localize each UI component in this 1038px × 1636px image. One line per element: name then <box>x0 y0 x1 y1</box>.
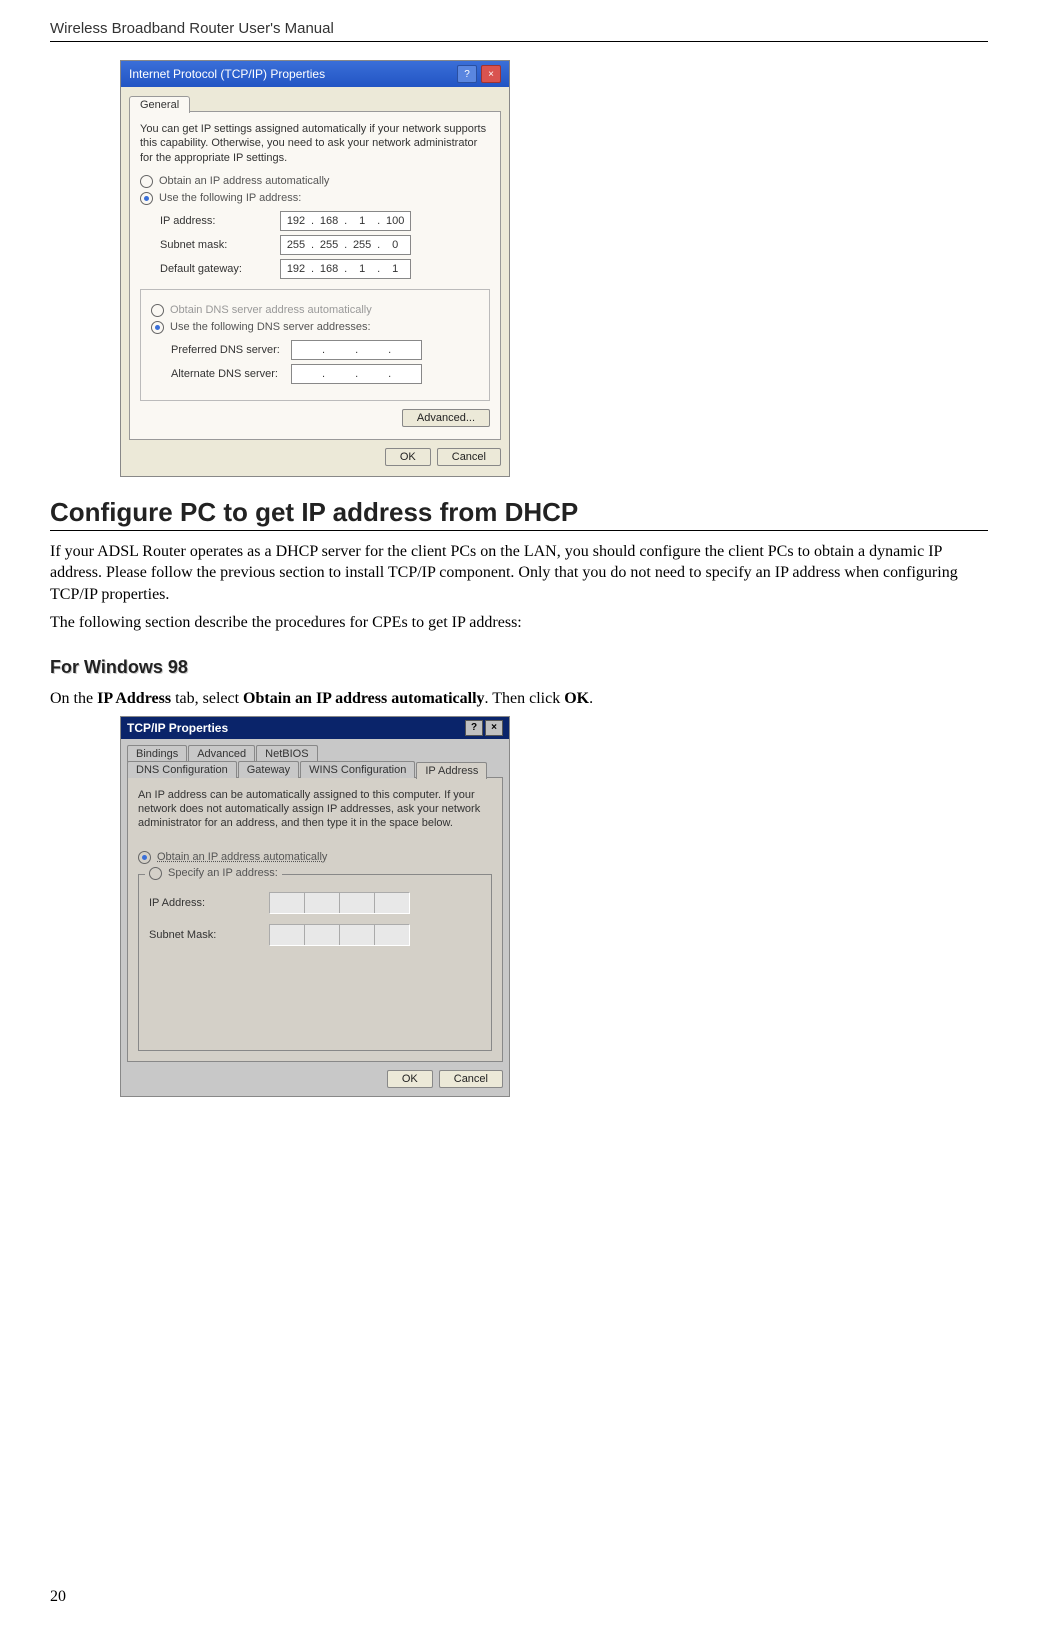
ip-address-input[interactable]: 192. 168. 1. 100 <box>280 211 411 231</box>
label-subnet-98: Subnet Mask: <box>149 929 259 941</box>
cancel-button-98[interactable]: Cancel <box>439 1070 503 1088</box>
paragraph-1: If your ADSL Router operates as a DHCP s… <box>50 541 988 606</box>
ok-button-98[interactable]: OK <box>387 1070 433 1088</box>
text-run: . <box>589 690 593 707</box>
page-header: Wireless Broadband Router User's Manual <box>50 20 988 42</box>
w98-title-text: TCP/IP Properties <box>127 721 228 735</box>
xp-description: You can get IP settings assigned automat… <box>140 122 490 165</box>
paragraph-3: On the IP Address tab, select Obtain an … <box>50 688 988 710</box>
help-icon[interactable]: ? <box>465 720 483 736</box>
screenshot-tcpip-win98: TCP/IP Properties ? × Bindings Advanced … <box>120 716 510 1097</box>
screenshot-tcpip-xp: Internet Protocol (TCP/IP) Properties ? … <box>120 60 510 477</box>
tab-general[interactable]: General <box>129 96 190 113</box>
radio-obtain-dns-label: Obtain DNS server address automatically <box>170 304 372 316</box>
ip-seg: 192 <box>281 263 311 275</box>
radio-specify-ip-98-label: Specify an IP address: <box>168 867 278 879</box>
radio-specify-ip-98[interactable]: Specify an IP address: <box>145 867 282 880</box>
pref-dns-input[interactable]: ... <box>291 340 422 360</box>
radio-icon <box>151 304 164 317</box>
xp-titlebar: Internet Protocol (TCP/IP) Properties ? … <box>121 61 509 87</box>
help-icon[interactable]: ? <box>457 65 477 83</box>
text-bold: Obtain an IP address automatically <box>243 690 485 707</box>
page-number: 20 <box>50 1588 66 1606</box>
alt-dns-input[interactable]: ... <box>291 364 422 384</box>
radio-icon <box>149 867 162 880</box>
radio-obtain-ip[interactable]: Obtain an IP address automatically <box>140 175 490 188</box>
section-rule <box>50 530 988 531</box>
radio-obtain-ip-98-label: Obtain an IP address automatically <box>157 851 327 863</box>
ip-seg: 1 <box>380 263 410 275</box>
ip-seg: 255 <box>347 239 377 251</box>
radio-use-ip-label: Use the following IP address: <box>159 192 301 204</box>
tab-gateway[interactable]: Gateway <box>238 761 299 778</box>
text-run: . Then click <box>485 690 565 707</box>
radio-icon <box>151 321 164 334</box>
ip-seg: 168 <box>314 215 344 227</box>
tab-netbios[interactable]: NetBIOS <box>256 745 317 762</box>
ip-seg: 255 <box>314 239 344 251</box>
xp-window-controls: ? × <box>457 65 501 83</box>
tab-advanced[interactable]: Advanced <box>188 745 255 762</box>
ip-seg: 100 <box>380 215 410 227</box>
ip-seg: 1 <box>347 263 377 275</box>
label-ip-98: IP Address: <box>149 897 259 909</box>
text-bold: OK <box>564 690 589 707</box>
radio-icon <box>140 175 153 188</box>
radio-use-dns-label: Use the following DNS server addresses: <box>170 321 371 333</box>
ip-address-input-98 <box>269 892 410 914</box>
tab-wins-config[interactable]: WINS Configuration <box>300 761 415 778</box>
label-alt-dns: Alternate DNS server: <box>171 368 281 380</box>
radio-icon <box>138 851 151 864</box>
w98-titlebar: TCP/IP Properties ? × <box>121 717 509 739</box>
ip-seg: 255 <box>281 239 311 251</box>
xp-title-text: Internet Protocol (TCP/IP) Properties <box>129 67 325 81</box>
radio-icon <box>140 192 153 205</box>
label-gateway: Default gateway: <box>160 263 270 275</box>
w98-description: An IP address can be automatically assig… <box>138 788 492 831</box>
label-subnet: Subnet mask: <box>160 239 270 251</box>
paragraph-2: The following section describe the proce… <box>50 612 988 634</box>
subnet-mask-input[interactable]: 255. 255. 255. 0 <box>280 235 411 255</box>
gateway-input[interactable]: 192. 168. 1. 1 <box>280 259 411 279</box>
tab-bindings[interactable]: Bindings <box>127 745 187 762</box>
radio-use-dns[interactable]: Use the following DNS server addresses: <box>151 321 479 334</box>
text-bold: IP Address <box>97 690 171 707</box>
subnet-mask-input-98 <box>269 924 410 946</box>
ip-seg: 0 <box>380 239 410 251</box>
cancel-button[interactable]: Cancel <box>437 448 501 466</box>
radio-obtain-ip-label: Obtain an IP address automatically <box>159 175 329 187</box>
ok-button[interactable]: OK <box>385 448 431 466</box>
text-run: tab, select <box>171 690 243 707</box>
close-icon[interactable]: × <box>485 720 503 736</box>
ip-seg: 168 <box>314 263 344 275</box>
radio-obtain-ip-98[interactable]: Obtain an IP address automatically <box>138 851 492 864</box>
subsection-title: For Windows 98 <box>50 657 988 678</box>
label-ip: IP address: <box>160 215 270 227</box>
advanced-button[interactable]: Advanced... <box>402 409 490 427</box>
section-title: Configure PC to get IP address from DHCP <box>50 497 988 528</box>
ip-seg: 1 <box>347 215 377 227</box>
radio-obtain-dns: Obtain DNS server address automatically <box>151 304 479 317</box>
ip-seg: 192 <box>281 215 311 227</box>
tab-ip-address[interactable]: IP Address <box>416 762 487 779</box>
close-icon[interactable]: × <box>481 65 501 83</box>
w98-window-controls: ? × <box>465 720 503 736</box>
label-pref-dns: Preferred DNS server: <box>171 344 281 356</box>
radio-use-ip[interactable]: Use the following IP address: <box>140 192 490 205</box>
tab-dns-config[interactable]: DNS Configuration <box>127 761 237 778</box>
text-run: On the <box>50 690 97 707</box>
